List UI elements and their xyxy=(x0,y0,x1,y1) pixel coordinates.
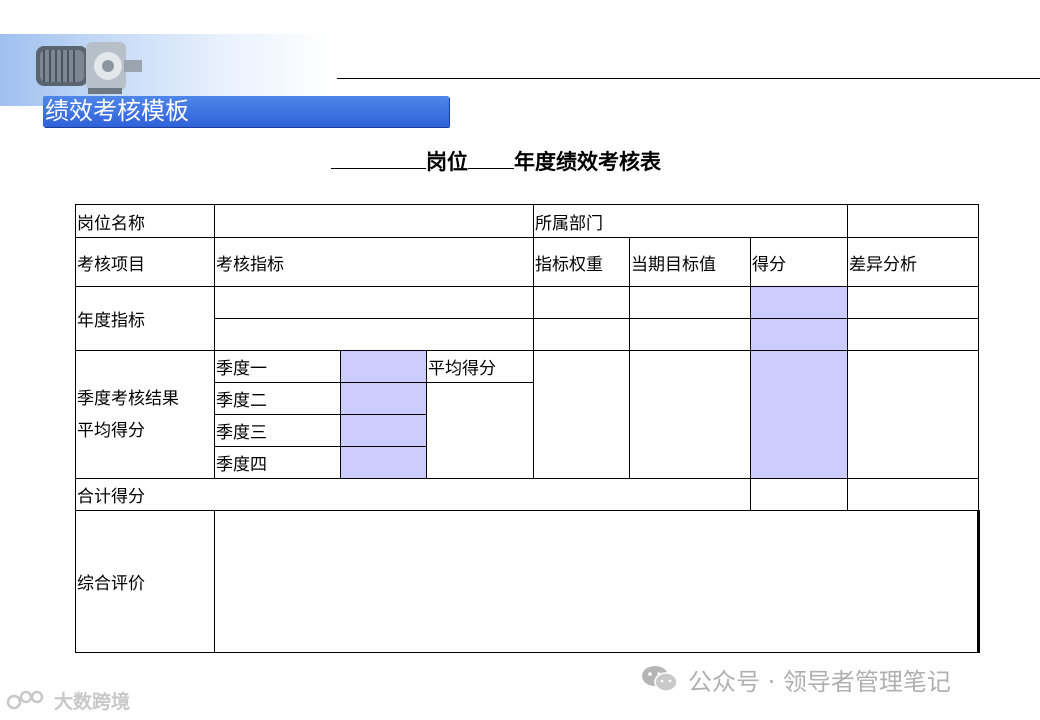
overall-evaluation-label: 综合评价 xyxy=(75,510,215,653)
annual-indicator-label: 年度指标 xyxy=(75,286,215,351)
variance-analysis-header: 差异分析 xyxy=(847,237,980,287)
gear-motor-image xyxy=(36,42,142,94)
position-blank xyxy=(331,146,426,169)
annual-indicator-cell[interactable] xyxy=(214,286,534,319)
quarterly-result-line2: 平均得分 xyxy=(77,420,145,441)
form-title-annual: 年度绩效考核表 xyxy=(514,150,661,174)
quarterly-result-label: 季度考核结果 平均得分 xyxy=(75,350,215,479)
quarter-2-label: 季度二 xyxy=(214,382,341,415)
average-score-label: 平均得分 xyxy=(426,350,534,383)
quarter-1-label: 季度一 xyxy=(214,350,341,383)
quarter-2-score[interactable] xyxy=(340,382,427,415)
table-row: 综合评价 xyxy=(75,510,981,653)
indicator-weight-header: 指标权重 xyxy=(533,237,630,287)
annual-score-cell[interactable] xyxy=(749,286,849,319)
total-score-value[interactable] xyxy=(749,478,849,511)
quarter-4-label: 季度四 xyxy=(214,446,341,479)
assessment-item-header: 考核项目 xyxy=(75,237,215,287)
annual-score-cell[interactable] xyxy=(749,318,849,351)
department-label: 所属部门 xyxy=(532,204,849,238)
quarterly-target-cell[interactable] xyxy=(629,350,751,479)
quarter-4-score[interactable] xyxy=(340,446,427,479)
quarter-1-score[interactable] xyxy=(340,350,427,383)
year-blank xyxy=(468,146,514,169)
target-value-header: 当期目标值 xyxy=(629,237,751,287)
score-header: 得分 xyxy=(749,237,849,287)
overall-evaluation-value[interactable] xyxy=(213,510,981,653)
annual-weight-cell[interactable] xyxy=(533,286,630,319)
dashu-watermark: 大数跨境 xyxy=(6,686,130,714)
wechat-icon xyxy=(642,666,678,692)
dashu-logo-icon xyxy=(6,690,44,710)
page-title: 绩效考核模板 xyxy=(45,97,189,125)
total-score-label: 合计得分 xyxy=(75,478,751,511)
form-title: 岗位 年度绩效考核表 xyxy=(331,146,661,176)
wechat-account-name: 公众号 · 领导者管理笔记 xyxy=(688,667,951,696)
table-row: 季度考核结果 平均得分 季度一 平均得分 xyxy=(75,350,980,479)
total-variance-value[interactable] xyxy=(847,478,980,511)
quarterly-variance-cell[interactable] xyxy=(847,350,980,479)
table-row: 岗位名称 所属部门 xyxy=(75,204,980,238)
annual-target-cell[interactable] xyxy=(629,286,751,319)
annual-variance-cell[interactable] xyxy=(847,286,980,319)
table-row: 年度指标 xyxy=(75,286,980,351)
quarter-3-label: 季度三 xyxy=(214,414,341,447)
assessment-indicator-header: 考核指标 xyxy=(214,237,534,287)
table-row: 考核项目 考核指标 指标权重 当期目标值 得分 差异分析 xyxy=(75,237,980,287)
annual-weight-cell[interactable] xyxy=(533,318,630,351)
quarterly-score-cell[interactable] xyxy=(749,350,849,479)
form-title-position: 岗位 xyxy=(426,150,468,174)
header-divider xyxy=(337,78,1040,79)
quarterly-weight-cell[interactable] xyxy=(533,350,630,479)
annual-indicator-cell[interactable] xyxy=(214,318,534,351)
wechat-watermark: 公众号 · 领导者管理笔记 xyxy=(640,662,951,696)
assessment-table: 岗位名称 所属部门 考核项目 考核指标 指标权重 当期目标值 得分 差异分析 年… xyxy=(75,204,981,653)
annual-variance-cell[interactable] xyxy=(847,318,980,351)
position-name-label: 岗位名称 xyxy=(75,204,215,238)
quarterly-result-line1: 季度考核结果 xyxy=(77,388,179,409)
average-score-value[interactable] xyxy=(426,382,534,479)
department-value[interactable] xyxy=(847,204,980,238)
quarter-3-score[interactable] xyxy=(340,414,427,447)
table-row: 合计得分 xyxy=(75,478,980,511)
annual-target-cell[interactable] xyxy=(629,318,751,351)
position-name-value[interactable] xyxy=(214,204,534,238)
title-bar: 绩效考核模板 xyxy=(43,96,449,127)
dashu-watermark-text: 大数跨境 xyxy=(54,690,131,713)
